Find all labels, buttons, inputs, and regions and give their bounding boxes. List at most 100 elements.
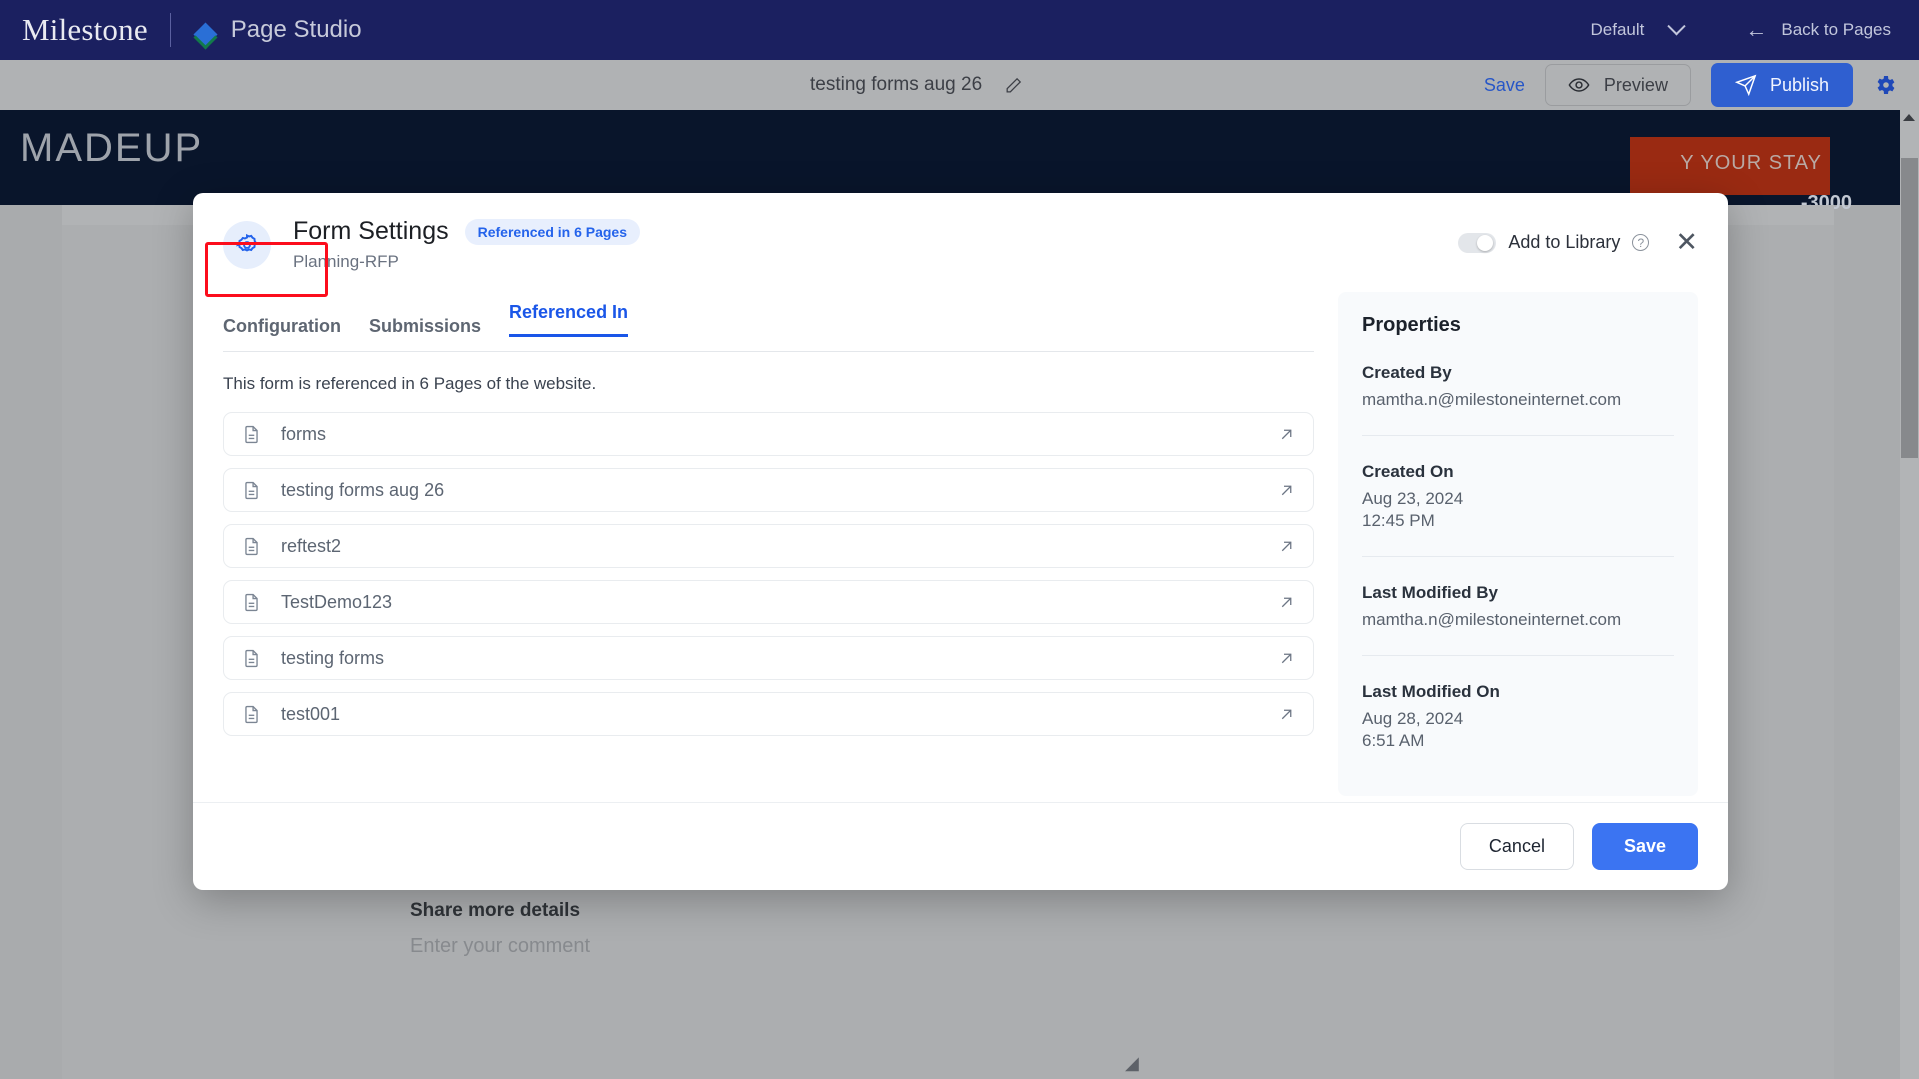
scroll-up-arrow-icon[interactable] bbox=[1903, 114, 1915, 121]
site-cta-label: Y YOUR STAY bbox=[1680, 152, 1822, 174]
settings-gear-icon[interactable] bbox=[1873, 73, 1897, 97]
page-action-bar: testing forms aug 26 Save Preview Publis… bbox=[0, 60, 1919, 110]
top-brand-bar: Milestone Page Studio Default ← Back to … bbox=[0, 0, 1919, 60]
back-to-pages-label: Back to Pages bbox=[1781, 20, 1891, 39]
list-item-label: forms bbox=[281, 423, 326, 444]
properties-panel: Properties Created By mamtha.n@milestone… bbox=[1338, 292, 1698, 796]
modal-gear-badge bbox=[223, 221, 271, 269]
textarea-resize-grip[interactable]: ◢ bbox=[1125, 1053, 1834, 1079]
modified-on-time: 6:51 AM bbox=[1362, 731, 1425, 751]
list-item-label: test001 bbox=[281, 703, 341, 724]
action-buttons-group: Save Preview Publish bbox=[1484, 63, 1919, 107]
property-divider bbox=[1362, 556, 1674, 558]
property-modified-by: Last Modified By mamtha.n@milestoneinter… bbox=[1362, 583, 1674, 631]
list-item-label: reftest2 bbox=[281, 535, 342, 556]
page-scrollbar[interactable] bbox=[1900, 110, 1919, 1079]
properties-heading: Properties bbox=[1362, 314, 1461, 336]
list-item[interactable]: reftest2 bbox=[223, 524, 1314, 568]
referenced-pages-list: forms testing forms aug 26 reftest2 Test… bbox=[223, 412, 1314, 736]
list-item-label: testing forms aug 26 bbox=[281, 479, 445, 500]
back-to-pages-button[interactable]: ← Back to Pages bbox=[1745, 19, 1891, 41]
document-icon bbox=[245, 705, 258, 723]
gear-icon bbox=[235, 233, 258, 252]
publish-button[interactable]: Publish bbox=[1710, 63, 1853, 107]
modified-on-label: Last Modified On bbox=[1362, 682, 1500, 702]
chevron-down-icon bbox=[1667, 16, 1687, 35]
external-link-arrow-icon[interactable] bbox=[1278, 650, 1295, 667]
form-settings-modal: Form Settings Referenced in 6 Pages Plan… bbox=[193, 193, 1728, 890]
external-link-arrow-icon[interactable] bbox=[1278, 594, 1295, 611]
document-icon bbox=[245, 481, 258, 499]
modal-tabs: Configuration Submissions Referenced In bbox=[223, 292, 1314, 351]
modal-body: Configuration Submissions Referenced In … bbox=[193, 272, 1728, 802]
external-link-arrow-icon[interactable] bbox=[1278, 482, 1295, 499]
created-by-label: Created By bbox=[1362, 363, 1452, 382]
list-item[interactable]: TestDemo123 bbox=[223, 580, 1314, 624]
created-on-date: Aug 23, 2024 bbox=[1362, 489, 1464, 509]
tab-submissions[interactable]: Submissions bbox=[355, 306, 495, 351]
help-icon[interactable]: ? bbox=[1632, 234, 1650, 251]
environment-label: Default bbox=[1590, 20, 1645, 39]
preview-label: Preview bbox=[1603, 74, 1668, 95]
publish-label: Publish bbox=[1769, 74, 1829, 95]
save-link[interactable]: Save bbox=[1484, 75, 1525, 96]
modal-header-controls: Add to Library ? ✕ bbox=[1458, 217, 1698, 256]
page-studio-diamond-icon bbox=[193, 17, 219, 50]
add-to-library-label: Add to Library bbox=[1508, 232, 1621, 252]
add-to-library-group: Add to Library ? bbox=[1458, 232, 1650, 253]
property-created-by: Created By mamtha.n@milestoneinternet.co… bbox=[1362, 363, 1674, 411]
created-by-value: mamtha.n@milestoneinternet.com bbox=[1362, 390, 1622, 409]
property-divider bbox=[1362, 655, 1674, 657]
tab-configuration-label: Configuration bbox=[223, 316, 341, 336]
document-icon bbox=[245, 537, 258, 555]
site-logo: MADEUP bbox=[20, 126, 204, 170]
external-link-arrow-icon[interactable] bbox=[1278, 706, 1295, 723]
save-button[interactable]: Save bbox=[1591, 823, 1698, 870]
brand-divider bbox=[169, 13, 171, 47]
created-on-time: 12:45 PM bbox=[1362, 511, 1435, 531]
app-name-label: Page Studio bbox=[230, 16, 362, 43]
preview-button[interactable]: Preview bbox=[1544, 64, 1691, 106]
external-link-arrow-icon[interactable] bbox=[1278, 538, 1295, 555]
document-icon bbox=[245, 425, 258, 443]
modified-on-date: Aug 28, 2024 bbox=[1362, 709, 1464, 729]
send-icon bbox=[1734, 74, 1757, 96]
list-item[interactable]: forms bbox=[223, 412, 1314, 456]
modal-footer: Cancel Save bbox=[193, 802, 1728, 890]
add-to-library-toggle[interactable] bbox=[1458, 232, 1497, 253]
modal-title-group: Form Settings Referenced in 6 Pages Plan… bbox=[293, 217, 641, 272]
cancel-button[interactable]: Cancel bbox=[1459, 823, 1574, 870]
modified-by-label: Last Modified By bbox=[1362, 583, 1499, 603]
property-created-on: Created On Aug 23, 2024 12:45 PM bbox=[1362, 462, 1674, 532]
share-more-details-heading: Share more details bbox=[410, 900, 581, 921]
close-icon[interactable]: ✕ bbox=[1675, 229, 1698, 256]
referenced-count-badge: Referenced in 6 Pages bbox=[464, 218, 641, 245]
created-on-label: Created On bbox=[1362, 462, 1454, 482]
page-title: testing forms aug 26 bbox=[810, 74, 983, 95]
modified-by-value: mamtha.n@milestoneinternet.com bbox=[1362, 610, 1622, 630]
modal-main-column: Configuration Submissions Referenced In … bbox=[223, 272, 1338, 802]
toggle-knob bbox=[1477, 234, 1494, 251]
modal-subtitle: Planning-RFP bbox=[293, 252, 399, 271]
tab-referenced-in[interactable]: Referenced In bbox=[495, 292, 642, 351]
edit-pencil-icon[interactable] bbox=[1004, 76, 1023, 95]
page-title-group: testing forms aug 26 bbox=[810, 74, 1023, 96]
environment-dropdown[interactable]: Default bbox=[1581, 14, 1694, 46]
property-modified-on: Last Modified On Aug 28, 2024 6:51 AM bbox=[1362, 682, 1674, 752]
tab-configuration[interactable]: Configuration bbox=[223, 306, 355, 351]
list-item[interactable]: test001 bbox=[223, 692, 1314, 736]
eye-icon bbox=[1568, 78, 1590, 92]
document-icon bbox=[245, 649, 258, 667]
tab-submissions-label: Submissions bbox=[368, 316, 482, 336]
list-item[interactable]: testing forms aug 26 bbox=[223, 468, 1314, 512]
external-link-arrow-icon[interactable] bbox=[1278, 426, 1295, 443]
arrow-left-icon: ← bbox=[1745, 17, 1768, 42]
scrollbar-thumb[interactable] bbox=[1901, 158, 1918, 458]
list-item[interactable]: testing forms bbox=[223, 636, 1314, 680]
comment-field-placeholder: Enter your comment bbox=[410, 935, 591, 957]
tab-referenced-in-label: Referenced In bbox=[509, 302, 629, 322]
referenced-note: This form is referenced in 6 Pages of th… bbox=[223, 374, 597, 393]
app-root: Milestone Page Studio Default ← Back to … bbox=[0, 0, 1919, 1079]
modal-title: Form Settings bbox=[293, 217, 449, 245]
document-icon bbox=[245, 593, 258, 611]
